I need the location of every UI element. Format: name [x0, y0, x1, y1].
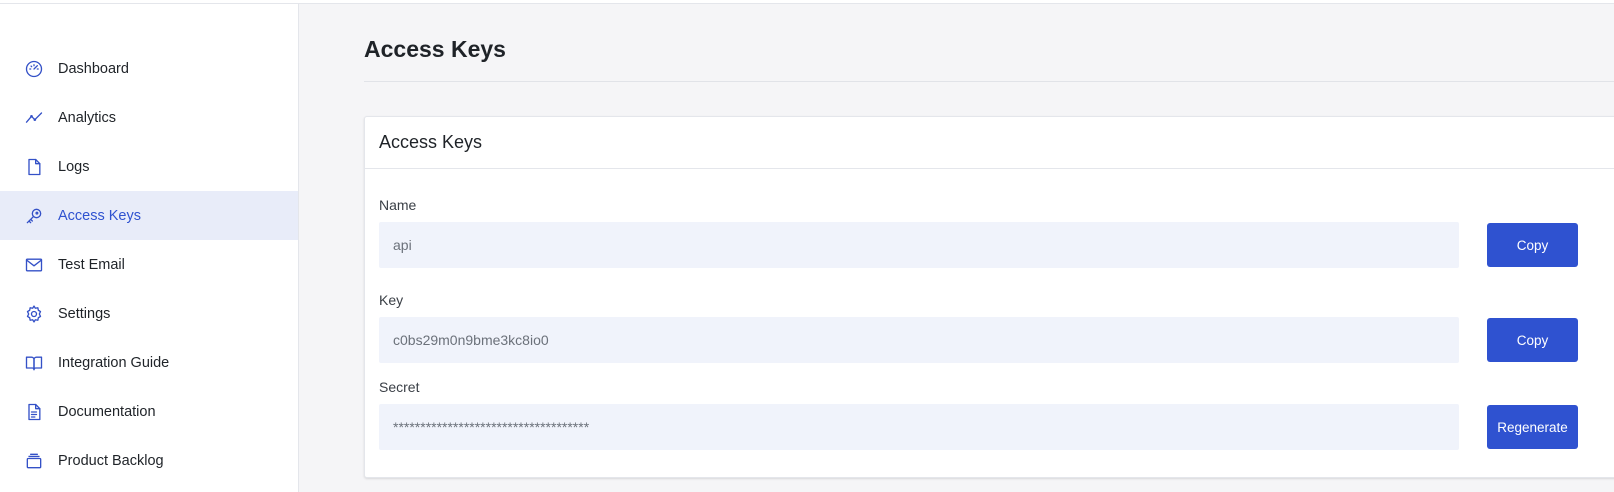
sidebar-item-label: Logs	[58, 158, 90, 175]
page-title: Access Keys	[364, 36, 506, 62]
name-field-label: Name	[379, 197, 417, 213]
sidebar-item-label: Analytics	[58, 109, 117, 126]
sidebar: Dashboard Analytics Logs Access Keys Tes…	[0, 4, 299, 492]
open-book-icon	[23, 352, 44, 373]
sidebar-item-logs[interactable]: Logs	[0, 142, 298, 191]
key-icon	[23, 205, 44, 226]
sidebar-item-label: Dashboard	[58, 60, 129, 77]
sidebar-item-label: Integration Guide	[58, 354, 170, 371]
analytics-line-icon	[23, 107, 44, 128]
copy-key-button[interactable]: Copy	[1487, 318, 1578, 362]
stack-icon	[23, 450, 44, 471]
name-field[interactable]	[379, 222, 1459, 268]
sidebar-item-label: Product Backlog	[58, 452, 164, 469]
sidebar-item-documentation[interactable]: Documentation	[0, 387, 298, 436]
card-title: Access Keys	[365, 117, 1614, 169]
dashboard-gauge-icon	[23, 58, 44, 79]
key-field-label: Key	[379, 292, 404, 308]
sidebar-item-settings[interactable]: Settings	[0, 289, 298, 338]
sidebar-nav: Dashboard Analytics Logs Access Keys Tes…	[0, 4, 298, 485]
sidebar-item-integration-guide[interactable]: Integration Guide	[0, 338, 298, 387]
sidebar-item-label: Test Email	[58, 256, 125, 273]
sidebar-item-dashboard[interactable]: Dashboard	[0, 44, 298, 93]
sidebar-item-label: Documentation	[58, 403, 156, 420]
sidebar-item-product-backlog[interactable]: Product Backlog	[0, 436, 298, 485]
document-icon	[23, 401, 44, 422]
envelope-icon	[23, 254, 44, 275]
gear-icon	[23, 303, 44, 324]
key-field[interactable]	[379, 317, 1459, 363]
sidebar-item-analytics[interactable]: Analytics	[0, 93, 298, 142]
regenerate-secret-button[interactable]: Regenerate	[1487, 405, 1578, 449]
file-icon	[23, 156, 44, 177]
access-keys-card: Access Keys Name Copy Key Copy Secret Re…	[364, 116, 1614, 478]
sidebar-item-label: Access Keys	[58, 207, 141, 224]
secret-field-label: Secret	[379, 379, 420, 395]
sidebar-item-access-keys[interactable]: Access Keys	[0, 191, 298, 240]
secret-field[interactable]	[379, 404, 1459, 450]
main-content: Access Keys Access Keys Name Copy Key Co…	[300, 4, 1614, 492]
sidebar-item-label: Settings	[58, 305, 111, 322]
title-divider	[364, 81, 1614, 82]
sidebar-item-test-email[interactable]: Test Email	[0, 240, 298, 289]
copy-name-button[interactable]: Copy	[1487, 223, 1578, 267]
